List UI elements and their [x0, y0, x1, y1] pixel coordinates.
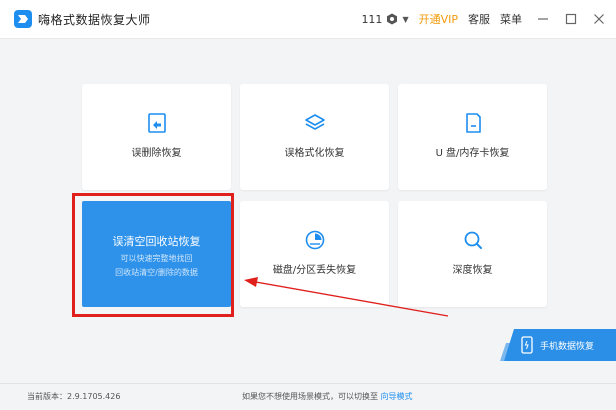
mobile-recovery-label: 手机数据恢复 — [540, 342, 595, 352]
version-label: 当前版本：2.9.1705.426 — [27, 392, 121, 401]
card-format-recovery[interactable]: 误格式化恢复 — [240, 84, 389, 190]
sd-card-icon — [465, 113, 481, 133]
card-label: U 盘/内存卡恢复 — [435, 148, 510, 159]
chevron-down-icon[interactable]: ▼ — [402, 15, 408, 24]
user-avatar-icon[interactable] — [386, 13, 398, 25]
app-logo-icon — [14, 10, 32, 28]
open-vip-link[interactable]: 开通VIP — [419, 11, 458, 27]
card-disk-partition-recovery[interactable]: 磁盘/分区丢失恢复 — [240, 201, 389, 307]
card-label: 深度恢复 — [452, 265, 493, 276]
customer-service-link[interactable]: 客服 — [468, 11, 490, 27]
highlight-box — [72, 193, 234, 317]
card-label: 磁盘/分区丢失恢复 — [272, 265, 357, 276]
mobile-data-recovery-button[interactable]: 手机数据恢复 — [500, 329, 616, 361]
pie-chart-icon — [305, 230, 324, 250]
layers-icon — [304, 114, 325, 130]
minimize-icon[interactable] — [536, 12, 550, 26]
app-title: 嗨格式数据恢复大师 — [38, 13, 151, 27]
title-bar-controls: 111 ▼ 开通VIP 客服 菜单 — [361, 10, 606, 28]
card-deep-recovery[interactable]: 深度恢复 — [398, 201, 547, 307]
close-icon[interactable] — [592, 12, 606, 26]
card-label: 误删除恢复 — [131, 148, 182, 159]
mode-hint: 如果您不想使用场景模式，可以切换至 向导模式 — [242, 391, 413, 402]
magnifier-icon — [464, 231, 482, 249]
maximize-icon[interactable] — [564, 12, 578, 26]
title-bar: 嗨格式数据恢复大师 111 ▼ 开通VIP 客服 菜单 — [0, 0, 616, 39]
user-count: 111 — [361, 12, 383, 26]
file-restore-icon — [147, 113, 166, 133]
card-label: 误格式化恢复 — [284, 148, 345, 159]
wizard-mode-link[interactable]: 向导模式 — [381, 392, 413, 401]
card-usb-sd-recovery[interactable]: U 盘/内存卡恢复 — [398, 84, 547, 190]
mode-hint-text: 如果您不想使用场景模式，可以切换至 — [242, 392, 378, 401]
menu-link[interactable]: 菜单 — [500, 11, 522, 27]
card-deleted-file-recovery[interactable]: 误删除恢复 — [82, 84, 231, 190]
status-bar: 当前版本：2.9.1705.426 如果您不想使用场景模式，可以切换至 向导模式 — [0, 383, 616, 410]
